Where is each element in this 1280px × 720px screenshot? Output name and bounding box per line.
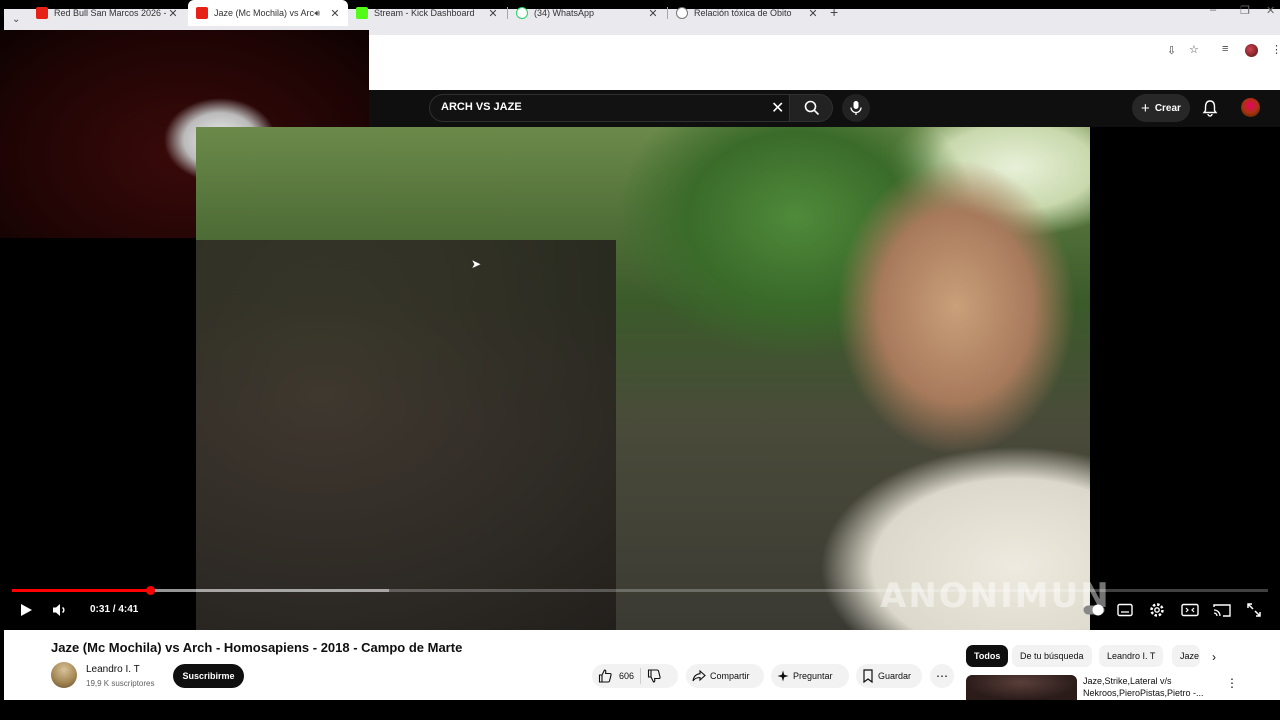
tab-title: (34) WhatsApp <box>534 8 595 18</box>
speaker-icon[interactable]: 🔊︎ <box>314 8 320 19</box>
recommendation-more-icon[interactable]: ⋮ <box>1226 676 1238 690</box>
browser-tab[interactable]: Stream - Kick Dashboard ✕ <box>348 0 506 26</box>
chip-jaze[interactable]: Jaze <box>1172 645 1200 667</box>
share-button[interactable]: Compartir <box>686 664 764 688</box>
chip-channel[interactable]: Leandro I. T <box>1099 645 1164 667</box>
browser-tab[interactable]: Red Bull San Marcos 2026 - Yo ✕ <box>28 0 186 26</box>
video-title: Jaze (Mc Mochila) vs Arch - Homosapiens … <box>51 640 463 655</box>
progress-scrubber[interactable] <box>146 586 156 595</box>
bookmark-icon <box>863 669 873 683</box>
tab-title: Stream - Kick Dashboard <box>374 8 475 18</box>
subscribe-button[interactable]: Suscribirme <box>173 664 244 688</box>
youtube-icon <box>36 7 48 19</box>
subtitles-icon[interactable] <box>1117 603 1133 617</box>
screen: ⌄ Red Bull San Marcos 2026 - Yo ✕ Jaze (… <box>0 0 1280 720</box>
create-button[interactable]: + Crear <box>1132 94 1190 122</box>
clear-search-icon[interactable]: ✕ <box>771 98 784 118</box>
like-count[interactable]: 606 <box>619 671 634 681</box>
theater-mode-icon[interactable] <box>1181 603 1199 617</box>
chevron-right-icon[interactable]: › <box>1212 650 1216 664</box>
tab-search-chevron-icon[interactable]: ⌄ <box>12 14 20 25</box>
video-crowd-area <box>196 240 616 630</box>
like-icon[interactable] <box>598 669 612 683</box>
more-actions-icon[interactable]: ⋯ <box>930 664 954 688</box>
search-query[interactable]: ARCH VS JAZE <box>441 101 522 113</box>
share-label: Compartir <box>710 671 750 681</box>
create-label: Crear <box>1154 102 1181 114</box>
search-icon <box>804 100 820 116</box>
globe-icon <box>676 7 688 19</box>
tab-title: Jaze (Mc Mochila) vs Arch <box>214 8 315 18</box>
microphone-icon <box>850 101 862 115</box>
tab-title: Red Bull San Marcos 2026 - Yo <box>54 8 166 18</box>
cast-icon[interactable] <box>1213 603 1231 617</box>
close-tab-icon[interactable]: ✕ <box>328 7 342 20</box>
account-avatar[interactable] <box>1241 98 1260 117</box>
like-dislike-group: 606 <box>592 664 678 688</box>
save-label: Guardar <box>878 671 912 681</box>
volume-icon[interactable] <box>52 603 68 617</box>
close-tab-icon[interactable]: ✕ <box>486 7 500 20</box>
dislike-icon[interactable] <box>647 669 661 683</box>
channel-name[interactable]: Leandro I. T <box>86 664 140 675</box>
recommendation-thumbnail[interactable] <box>966 675 1077 700</box>
plus-icon: + <box>1141 99 1150 117</box>
autoplay-toggle-icon[interactable] <box>1083 604 1105 616</box>
whatsapp-icon <box>516 7 528 19</box>
browser-tab[interactable]: (34) WhatsApp ✕ <box>508 0 666 26</box>
bookmark-star-icon[interactable]: ☆ <box>1189 43 1199 56</box>
fullscreen-icon[interactable] <box>1247 603 1261 617</box>
kick-icon <box>356 7 368 19</box>
recommendation-title[interactable]: Jaze,Strike,Lateral v/s Nekroos,PieroPis… <box>1083 675 1213 699</box>
chip-all[interactable]: Todos <box>966 645 1009 667</box>
mouse-cursor-icon: ➤ <box>471 257 482 271</box>
youtube-icon <box>196 7 208 19</box>
share-icon <box>692 670 706 682</box>
media-controls-icon[interactable]: ≡ <box>1222 43 1228 55</box>
minimize-icon[interactable]: – <box>1210 4 1216 16</box>
notifications-bell-icon[interactable] <box>1202 99 1218 117</box>
play-icon[interactable] <box>19 603 33 617</box>
tab-title: Relación tóxica de Obito <box>694 8 792 18</box>
save-button[interactable]: Guardar <box>856 664 922 688</box>
close-tab-icon[interactable]: ✕ <box>166 7 180 20</box>
voice-search-button[interactable] <box>842 94 870 122</box>
restore-icon[interactable]: ❐ <box>1240 4 1250 17</box>
close-tab-icon[interactable]: ✕ <box>806 7 820 20</box>
video-watermark: ANONIMUN <box>880 576 1111 616</box>
profile-avatar[interactable] <box>1245 44 1258 57</box>
like-divider <box>640 668 642 684</box>
browser-tab-active[interactable]: Jaze (Mc Mochila) vs Arch 🔊︎ ✕ <box>188 0 348 26</box>
channel-avatar[interactable] <box>51 662 77 688</box>
progress-played <box>12 589 151 592</box>
settings-gear-icon[interactable] <box>1149 602 1165 618</box>
close-window-icon[interactable]: ✕ <box>1266 4 1275 17</box>
search-button[interactable] <box>789 94 833 122</box>
subscriber-count: 19,9 K suscriptores <box>86 679 155 688</box>
browser-tab[interactable]: Relación tóxica de Obito ✕ <box>668 0 826 26</box>
chip-from-search[interactable]: De tu búsqueda <box>1012 645 1092 667</box>
close-tab-icon[interactable]: ✕ <box>646 7 660 20</box>
ask-label: Preguntar <box>793 671 833 681</box>
ask-button[interactable]: Preguntar <box>771 664 849 688</box>
new-tab-button[interactable]: + <box>830 4 838 20</box>
time-display: 0:31 / 4:41 <box>90 604 139 615</box>
install-app-icon[interactable]: ⇩ <box>1167 44 1176 57</box>
sparkle-icon <box>777 670 789 682</box>
browser-menu-icon[interactable]: ⋮ <box>1271 43 1280 56</box>
